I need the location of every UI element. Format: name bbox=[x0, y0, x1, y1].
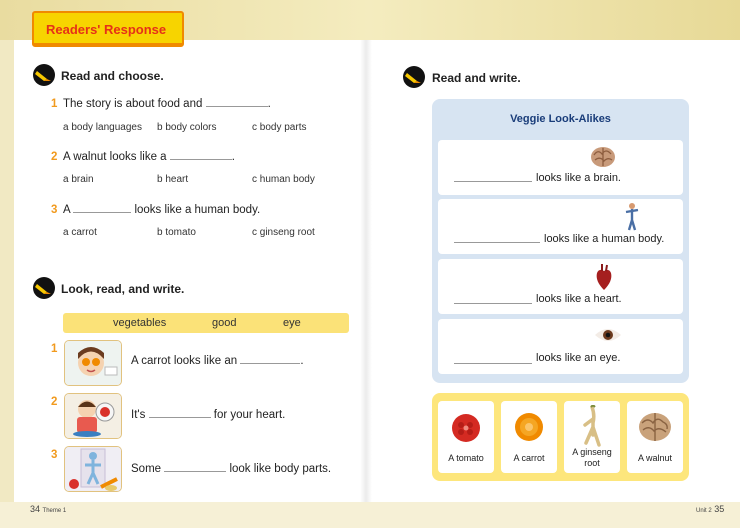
section-title-read-write: Read and write. bbox=[432, 71, 521, 85]
answer-blank[interactable] bbox=[169, 158, 232, 160]
pencil-badge-icon bbox=[33, 64, 55, 86]
answer-blank[interactable] bbox=[454, 180, 532, 182]
girl-with-carrot-eyes-picture bbox=[64, 340, 122, 386]
word-bank: vegetables good eye bbox=[63, 313, 349, 333]
choice-card[interactable]: A carrot bbox=[501, 401, 557, 473]
page-number: 34 bbox=[30, 504, 41, 514]
footer-left: 34 Theme 1 bbox=[30, 504, 66, 514]
row-text: looks like an eye. bbox=[536, 352, 621, 364]
word-bank-item: vegetables bbox=[113, 317, 167, 329]
tomato-icon bbox=[452, 414, 480, 442]
answer-blank[interactable] bbox=[454, 302, 532, 304]
item-after: . bbox=[300, 355, 304, 367]
section-title-look-read-write: Look, read, and write. bbox=[61, 282, 185, 296]
pencil-badge-icon bbox=[33, 277, 55, 299]
look-alike-row: looks like a brain. bbox=[438, 140, 683, 195]
item-before: Some bbox=[131, 463, 162, 475]
page-title: Readers' Response bbox=[46, 22, 167, 37]
bottom-band bbox=[0, 502, 740, 528]
eye-icon bbox=[595, 329, 621, 341]
ginseng-root-icon bbox=[583, 405, 601, 447]
answer-blank[interactable] bbox=[240, 362, 301, 364]
look-alike-row: looks like a heart. bbox=[438, 259, 683, 314]
option-c[interactable]: c ginseng root bbox=[252, 227, 315, 238]
option-b[interactable]: b body colors bbox=[157, 122, 216, 133]
look-alike-row: looks like an eye. bbox=[438, 319, 683, 374]
choice-label-line2: root bbox=[584, 458, 600, 468]
item-number: 3 bbox=[51, 449, 58, 461]
question-number: 2 bbox=[51, 151, 58, 163]
row-text: looks like a human body. bbox=[544, 233, 665, 245]
question-text: A looks like a human body. bbox=[63, 204, 260, 216]
page-title-tab: Readers' Response bbox=[32, 11, 184, 47]
question-number: 1 bbox=[51, 98, 58, 110]
word-bank-item: eye bbox=[283, 317, 301, 329]
answer-blank[interactable] bbox=[164, 470, 227, 472]
answer-blank[interactable] bbox=[73, 211, 132, 213]
veggie-look-alikes-panel: Veggie Look-Alikes looks like a brain. l… bbox=[432, 99, 689, 383]
answer-blank[interactable] bbox=[454, 241, 540, 243]
word-bank-item: good bbox=[212, 317, 237, 329]
row-text: looks like a heart. bbox=[536, 293, 622, 305]
carrot-slice-icon bbox=[515, 413, 543, 441]
item-before: A carrot looks like an bbox=[131, 355, 238, 367]
pencil-badge-icon bbox=[403, 66, 425, 88]
item-text: A carrot looks like an . bbox=[131, 355, 304, 367]
option-a[interactable]: a carrot bbox=[63, 227, 97, 238]
question-before: The story is about food and bbox=[63, 98, 203, 110]
answer-blank[interactable] bbox=[454, 362, 532, 364]
answer-blank[interactable] bbox=[148, 416, 211, 418]
option-a[interactable]: a brain bbox=[63, 174, 94, 185]
choice-label: A walnut bbox=[637, 453, 673, 463]
choice-card[interactable]: A ginseng root bbox=[564, 401, 620, 473]
choice-card[interactable]: A tomato bbox=[438, 401, 494, 473]
question-text: The story is about food and . bbox=[63, 98, 271, 110]
option-c[interactable]: c body parts bbox=[252, 122, 306, 133]
question-after: . bbox=[267, 98, 271, 110]
option-a[interactable]: a body languages bbox=[63, 122, 142, 133]
heart-organ-icon bbox=[596, 264, 612, 290]
walnut-icon bbox=[639, 413, 671, 441]
item-after: for your heart. bbox=[213, 409, 286, 421]
item-before: It's bbox=[131, 409, 146, 421]
item-number: 1 bbox=[51, 343, 58, 355]
page-gutter bbox=[360, 40, 372, 502]
brain-icon bbox=[591, 147, 615, 167]
item-text: It's for your heart. bbox=[131, 409, 285, 421]
question-text: A walnut looks like a . bbox=[63, 151, 235, 163]
question-after: . bbox=[231, 151, 235, 163]
panel-title: Veggie Look-Alikes bbox=[510, 113, 611, 125]
question-before: A walnut looks like a bbox=[63, 151, 167, 163]
option-c[interactable]: c human body bbox=[252, 174, 315, 185]
question-after: looks like a human body. bbox=[134, 204, 261, 216]
look-alike-row: looks like a human body. bbox=[438, 199, 683, 254]
choice-label: A carrot bbox=[513, 453, 545, 463]
unit-label: Unit 2 bbox=[696, 508, 712, 514]
human-body-icon bbox=[625, 203, 639, 231]
question-before: A bbox=[63, 204, 71, 216]
option-b[interactable]: b tomato bbox=[157, 227, 196, 238]
theme-label: Theme 1 bbox=[42, 508, 67, 514]
choice-label: A tomato bbox=[448, 453, 484, 463]
choice-label: A ginseng bbox=[572, 447, 612, 457]
item-after: look like body parts. bbox=[229, 463, 332, 475]
section-title-read-choose: Read and choose. bbox=[61, 69, 164, 83]
choice-card[interactable]: A walnut bbox=[627, 401, 683, 473]
page-number: 35 bbox=[714, 504, 725, 514]
boy-holding-tomato-picture bbox=[64, 393, 122, 439]
option-b[interactable]: b heart bbox=[157, 174, 188, 185]
question-number: 3 bbox=[51, 204, 58, 216]
item-number: 2 bbox=[51, 396, 58, 408]
ginseng-body-vegetables-picture bbox=[64, 446, 122, 492]
answer-choices-panel: A tomato A carrot A ginseng root A walnu… bbox=[432, 393, 689, 481]
footer-right: Unit 2 35 bbox=[696, 504, 724, 514]
answer-blank[interactable] bbox=[205, 105, 268, 107]
row-text: looks like a brain. bbox=[536, 172, 621, 184]
item-text: Some look like body parts. bbox=[131, 463, 331, 475]
